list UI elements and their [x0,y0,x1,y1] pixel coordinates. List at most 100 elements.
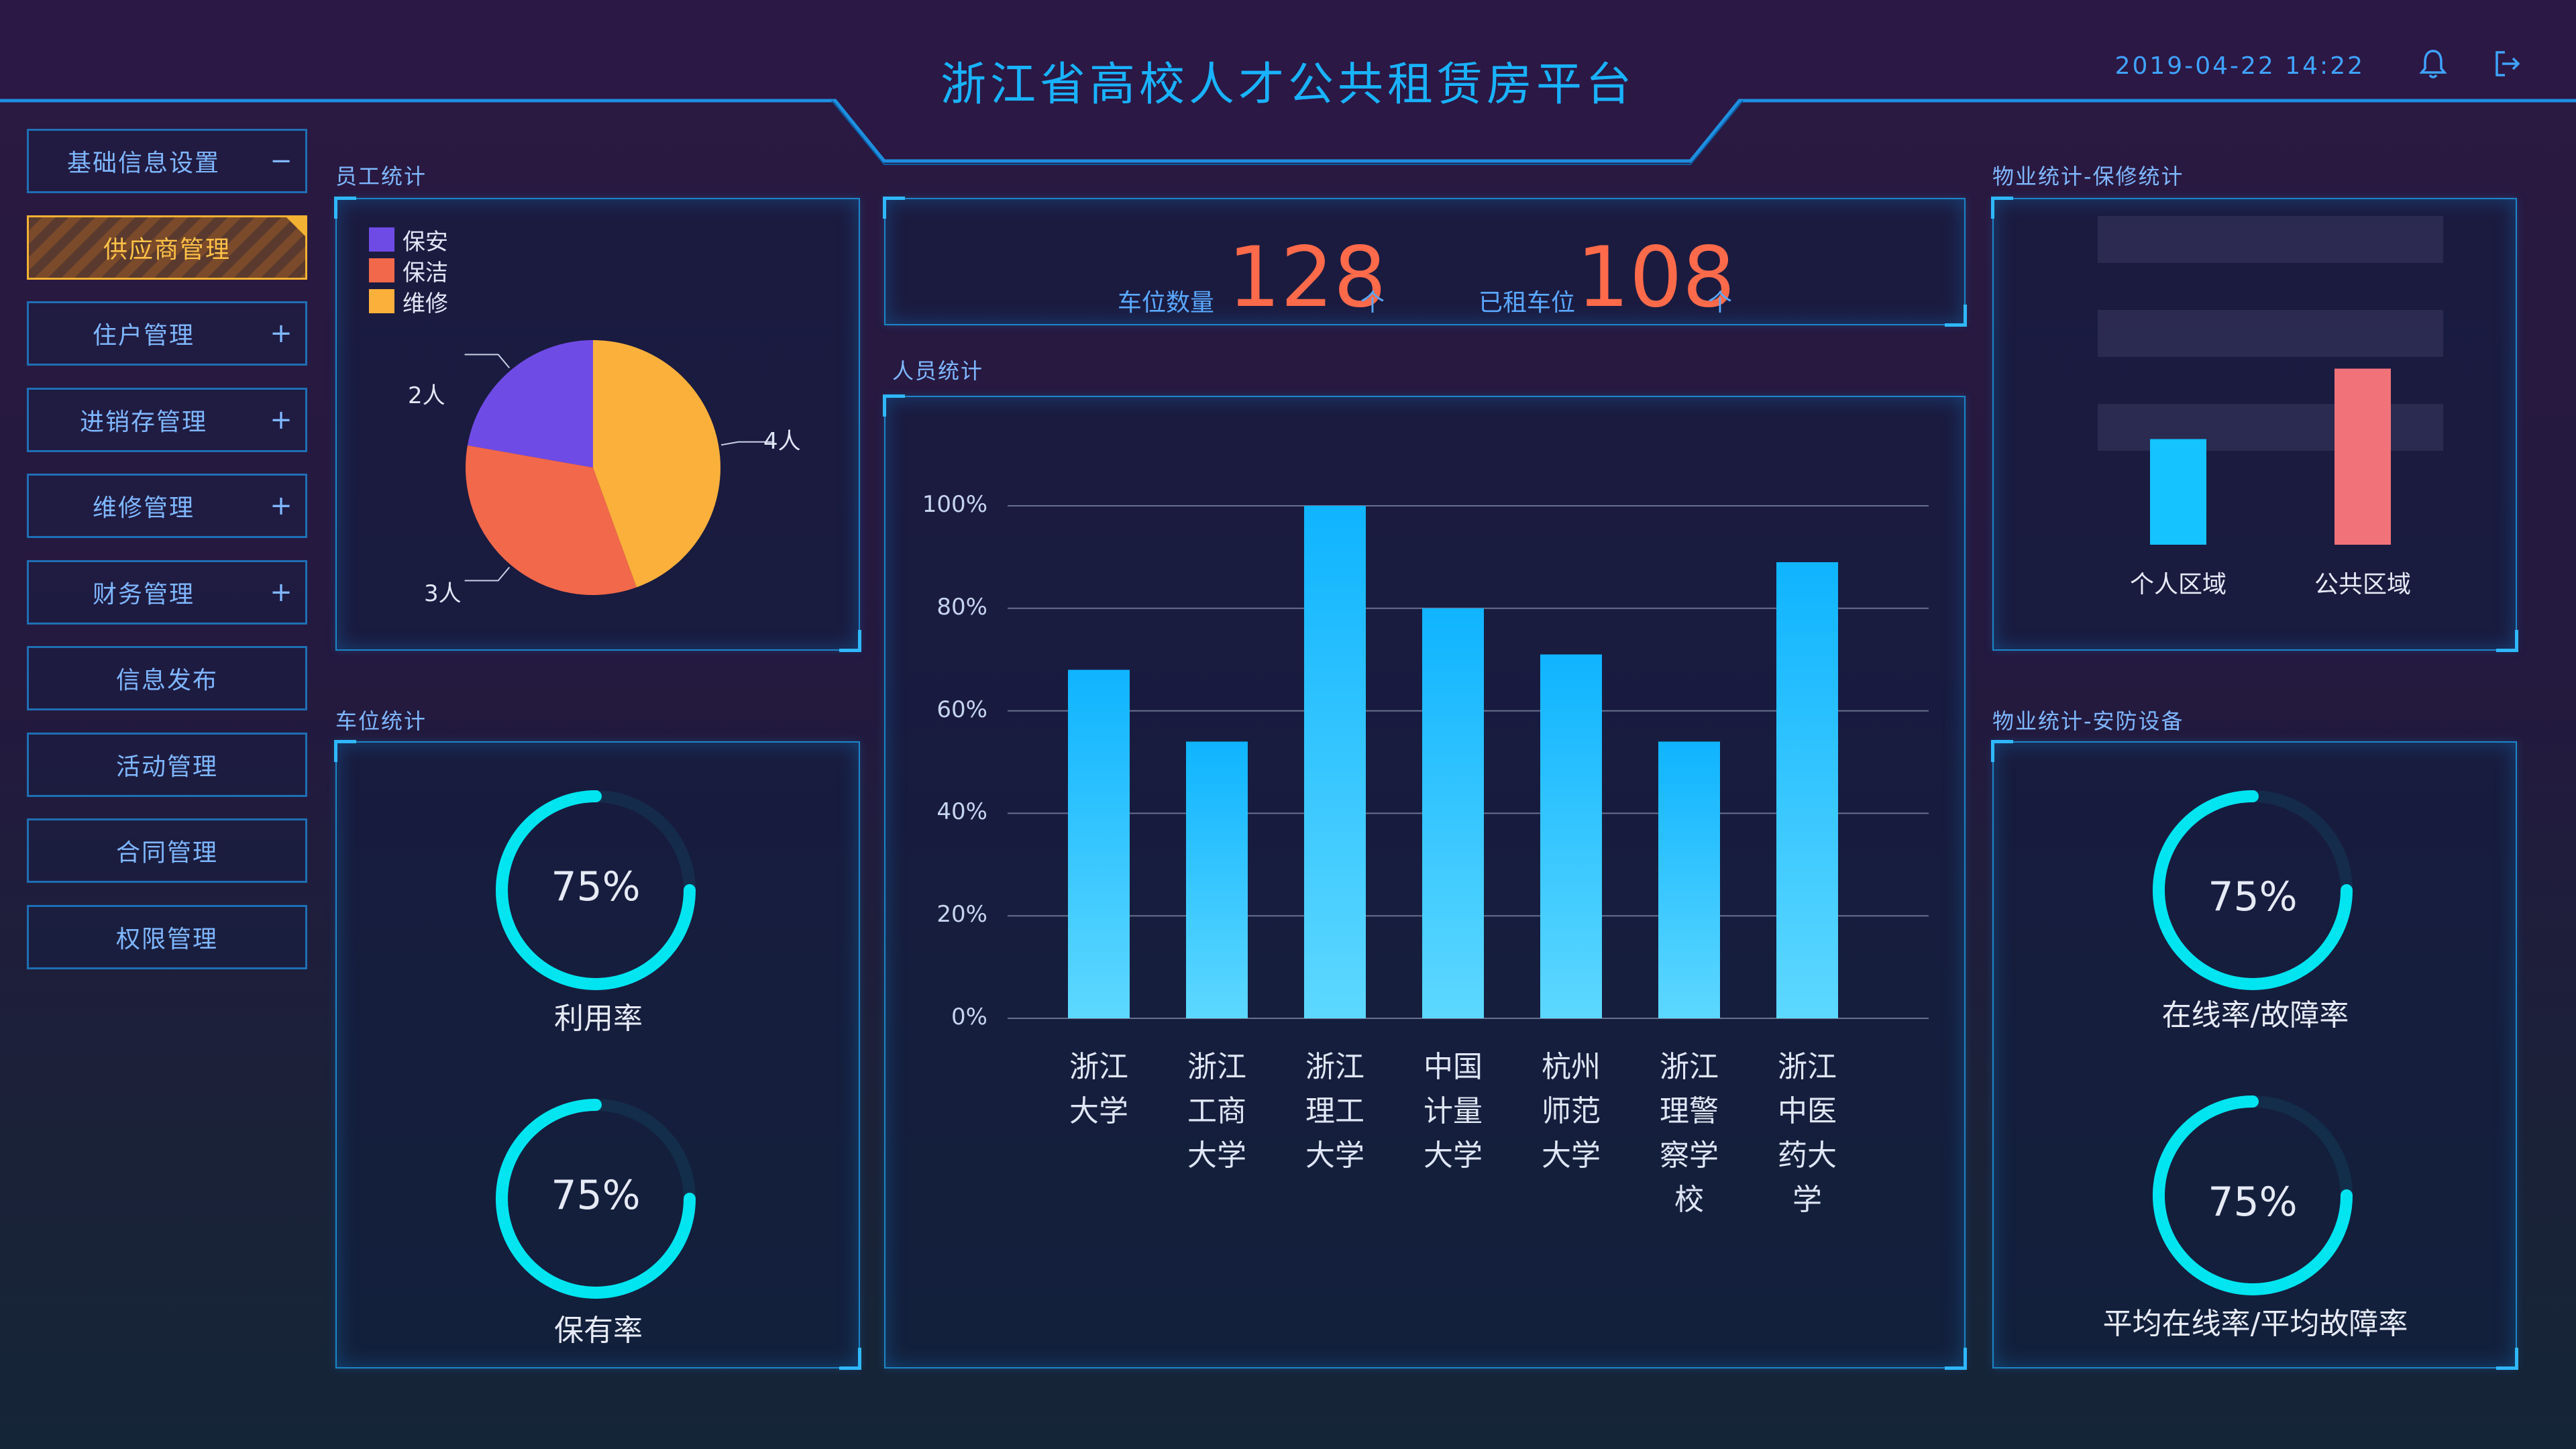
logout-icon[interactable] [2490,47,2524,80]
avg-online-rate-value: 75% [2208,1179,2298,1226]
sidebar-item-label: 进销存管理 [79,408,207,436]
sidebar-item-label: 住户管理 [92,322,195,350]
sidebar-item-label: 信息发布 [115,667,218,694]
bell-icon[interactable] [2416,47,2450,80]
pie-leader-line [464,566,511,582]
x-category-label: 浙江 中医 药大学 [1767,1045,1847,1222]
expand-icon[interactable]: + [258,577,305,608]
bar-公共区域 [2334,368,2391,545]
background-band [2098,404,2443,451]
x-category-label: 公共区域 [2314,571,2411,598]
sidebar-item-4[interactable]: 维修管理 + [27,474,307,538]
sidebar-item-6[interactable]: 信息发布 [27,646,307,710]
sidebar-item-label: 合同管理 [115,839,218,867]
security-stats-title: 物业统计-安防设备 [1992,708,2184,734]
x-category-line: 工商 [1187,1094,1246,1128]
collapse-icon[interactable]: − [258,146,305,176]
employee-stats-title: 员工统计 [335,164,427,189]
utilization-label: 利用率 [554,1002,643,1036]
header: 浙江省高校人才公共租赁房平台 2019-04-22 14:22 [0,0,2576,168]
parking-spaces-label: 车位数量 [1118,289,1215,317]
y-tick-label: 60% [936,696,987,723]
online-rate-value: 75% [2208,873,2298,920]
sidebar-item-label: 权限管理 [115,925,218,953]
y-tick-label: 100% [922,491,987,518]
sidebar-item-2[interactable]: 住户管理 + [27,301,307,366]
repair-stats-title: 物业统计-保修统计 [1992,164,2184,189]
retention-value: 75% [551,1172,641,1219]
background-band [2098,216,2443,263]
x-category-line: 中国 [1424,1050,1483,1084]
x-category-label: 杭州 师范 大学 [1531,1045,1611,1178]
x-category-line: 理工 [1305,1094,1364,1128]
x-category-line: 大学 [1424,1138,1483,1173]
retention-label: 保有率 [554,1313,643,1348]
x-category-line: 浙江 [1069,1050,1128,1084]
active-corner-marker [284,215,307,238]
employee-stats-panel: 保安 保洁 维修 2人 3人 4人 [334,197,861,652]
x-category-line: 大学 [1187,1138,1246,1173]
sidebar-item-3[interactable]: 进销存管理 + [27,387,307,452]
bar-中国计量大学 [1422,608,1484,1018]
sidebar-item-label: 维修管理 [92,494,195,522]
repair-bar-chart [2098,216,2443,545]
sidebar-item-label: 基础信息设置 [66,150,220,177]
y-tick-label: 0% [951,1004,987,1030]
parking-stats-panel: 75% 利用率 75% 保有率 [334,740,861,1370]
x-category-label: 浙江 工商 大学 [1177,1045,1257,1178]
pie-label-cleaning: 3人 [424,580,462,607]
utilization-value: 75% [551,863,641,910]
sidebar-item-8[interactable]: 合同管理 [27,818,307,883]
avg-online-rate-label: 平均在线率/平均故障率 [2102,1307,2408,1341]
x-category-line: 浙江 [1187,1050,1246,1084]
security-stats-panel: 75% 在线率/故障率 75% 平均在线率/平均故障率 [1991,740,2518,1370]
datetime: 2019-04-22 14:22 [2114,52,2365,80]
rented-spaces-unit: 个 [1708,289,1733,317]
pie-leader-line [464,354,511,369]
online-rate-label: 在线率/故障率 [2161,998,2349,1032]
bar-浙江理工大学 [1304,506,1366,1018]
sidebar-item-5[interactable]: 财务管理 + [27,559,307,625]
x-category-line: 大学 [1305,1138,1364,1173]
x-category-line: 计量 [1424,1094,1483,1128]
x-category-line: 药大 [1778,1138,1837,1173]
expand-icon[interactable]: + [258,490,305,521]
y-tick-label: 20% [936,901,987,928]
x-category-label: 浙江 理警 察学校 [1649,1045,1729,1222]
rented-spaces-label: 已租车位 [1479,289,1576,317]
x-category-label: 中国 计量 大学 [1413,1045,1493,1178]
x-category-label: 浙江 大学 [1059,1045,1139,1134]
sidebar-item-0[interactable]: 基础信息设置 − [27,129,307,193]
background-band [2098,310,2443,357]
sidebar-item-7[interactable]: 活动管理 [27,732,307,797]
x-category-label: 浙江 理工 大学 [1295,1045,1375,1178]
parking-spaces-unit: 个 [1360,289,1385,317]
bar-浙江大学 [1068,669,1130,1018]
sidebar-item-label: 活动管理 [115,753,218,781]
bar-浙江工商大学 [1186,741,1248,1018]
people-stats-panel: 0% 20% 40% 60% 80% 100% 浙江 大学 浙江 工商 大学 浙江 理工 大学 中国 计量 大学… [883,394,1967,1370]
pie-label-security: 2人 [408,382,445,409]
x-category-label: 个人区域 [2129,571,2226,598]
expand-icon[interactable]: + [258,318,305,349]
people-stats-title: 人员统计 [892,358,984,384]
x-category-line: 中医 [1778,1094,1837,1128]
parking-summary-panel: 车位数量 128 个 已租车位 108 个 [883,197,1967,327]
x-category-line: 大学 [1069,1094,1128,1128]
bar-浙江理警察学校 [1658,741,1720,1018]
repair-stats-panel: 个人区域 公共区域 [1991,197,2518,652]
x-category-line: 杭州 [1542,1050,1601,1084]
bar-个人区域 [2150,439,2206,545]
parking-stats-title: 车位统计 [335,708,427,734]
bar-杭州师范大学 [1540,654,1602,1018]
x-category-line: 浙江 [1660,1050,1719,1084]
sidebar-item-9[interactable]: 权限管理 [27,904,307,969]
y-tick-label: 80% [936,593,987,621]
x-category-line: 师范 [1542,1094,1601,1128]
people-bar-chart [1008,505,1929,1019]
x-category-line: 大学 [1542,1138,1601,1173]
pie-label-repair: 4人 [763,428,801,455]
sidebar-item-1[interactable]: 供应商管理 [27,215,307,280]
expand-icon[interactable]: + [258,405,305,435]
pie-slice-保安 [467,340,593,468]
